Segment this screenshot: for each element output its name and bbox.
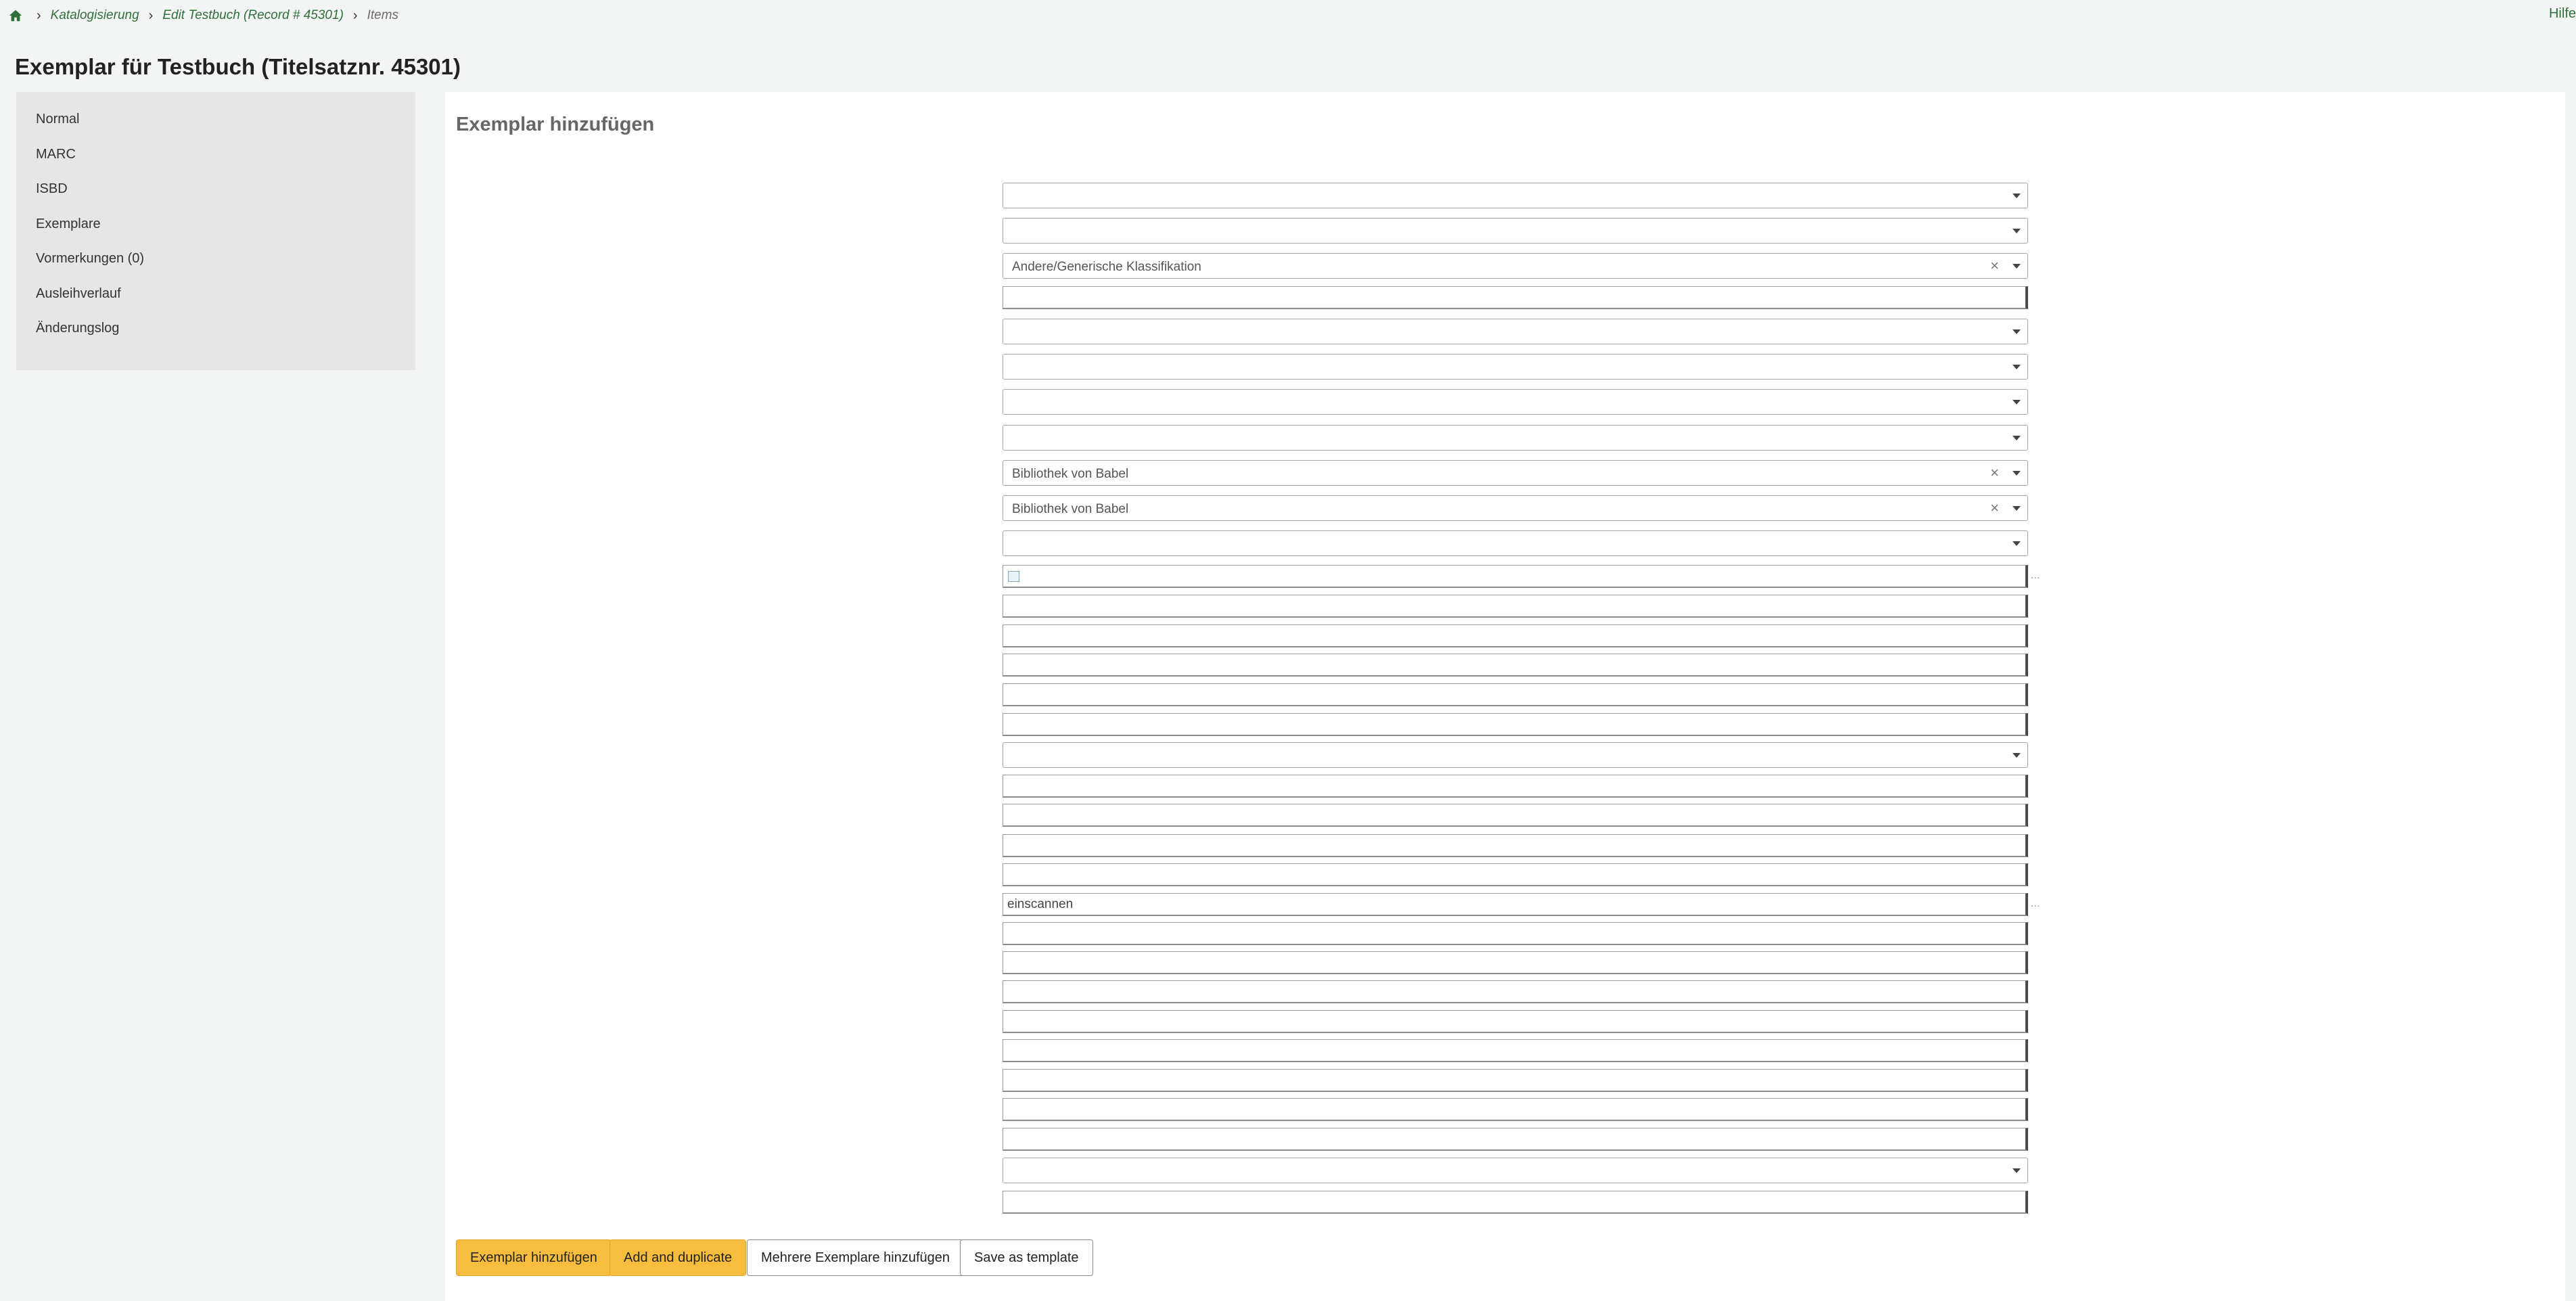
- save-as-template-button[interactable]: Save as template: [960, 1239, 1093, 1276]
- chevron-down-icon: [2013, 400, 2021, 405]
- input-wrapper-n-anzahl-vormerkungen: [1003, 834, 2028, 857]
- input-o-signatur[interactable]: [1003, 864, 2025, 885]
- add-item-button[interactable]: Exemplar hinzufügen: [456, 1239, 612, 1276]
- chevron-down-icon: [2013, 436, 2021, 440]
- select-value: Bibliothek von Babel: [1012, 467, 1129, 481]
- clear-icon[interactable]: ×: [1990, 465, 1999, 480]
- input-wrapper-m-anzahl-verlängerungen: [1003, 804, 2028, 827]
- chevron-down-icon: [2013, 264, 2021, 269]
- input-x-interne-notiz[interactable]: [1003, 1128, 2025, 1149]
- select-value: Bibliothek von Babel: [1012, 502, 1129, 516]
- input-wrapper-r-letzte-aktivität: [1003, 951, 2028, 974]
- chevron-right-icon: ›: [37, 7, 41, 23]
- input-q-fälligkeitsdatum[interactable]: [1003, 923, 2025, 944]
- add-and-duplicate-button[interactable]: Add and duplicate: [610, 1239, 747, 1276]
- chevron-down-icon: [2013, 329, 2021, 334]
- sidebar-item-normal[interactable]: Normal: [16, 112, 415, 147]
- input-wrapper-o-signatur: [1003, 863, 2028, 886]
- sidebar-item-modification-log[interactable]: Änderungslog: [16, 321, 415, 357]
- input-wrapper-s-letzte-ausleihe: [1003, 980, 2028, 1003]
- sidebar-item-holds[interactable]: Vormerkungen (0): [16, 252, 415, 287]
- input-wrapper-g-kaufpreis: [1003, 654, 2028, 677]
- input-wrapper-e-lieferant: [1003, 595, 2028, 618]
- input-wrapper-u-url: [1003, 1039, 2028, 1062]
- input-wrapper-t-exemplarnummer: [1003, 1010, 2028, 1033]
- input-wrapper-h-jahrgang-heft: [1003, 683, 2028, 706]
- select-a-heimatbibliothek[interactable]: Bibliothek von Babel ×: [1003, 460, 2028, 486]
- select-1-verloren[interactable]: [1003, 218, 2028, 244]
- breadcrumb-current: Items: [367, 8, 399, 22]
- select-5-benutzungseinschränkungen[interactable]: [1003, 354, 2028, 380]
- clear-icon[interactable]: ×: [1990, 258, 1999, 273]
- item-form: 0 - Ausgeschieden1 - Verloren2 - Klassif…: [445, 92, 2565, 1301]
- input-wrapper-l-anzahl-ausleihen: [1003, 775, 2028, 798]
- input-wrapper-z-opac-notiz: [1003, 1191, 2028, 1214]
- main-panel: Exemplar hinzufügen 0 - Ausgeschieden1 -…: [445, 92, 2565, 1301]
- chevron-right-icon: ›: [352, 7, 358, 23]
- chevron-down-icon: [2013, 541, 2021, 546]
- chevron-down-icon: [2013, 229, 2021, 233]
- input-z-opac-notiz[interactable]: [1003, 1191, 2025, 1212]
- input-wrapper-x-interne-notiz: [1003, 1128, 2028, 1151]
- select-b-aktuelle-bibliothek[interactable]: Bibliothek von Babel ×: [1003, 495, 2028, 521]
- input-wrapper-v-preis-bei-buchersatz: [1003, 1069, 2028, 1092]
- input-wrapper-f-kodierter-standort-qualifier: [1003, 624, 2028, 647]
- select-4-beschädigt[interactable]: [1003, 319, 2028, 344]
- input-wrapper-3-beilagenotiz: [1003, 286, 2028, 309]
- select-j-aufstellungsnummer[interactable]: [1003, 742, 2028, 768]
- input-wrapper-d-erwerbungsdatum: [1003, 565, 2028, 588]
- sidebar: Normal MARC ISBD Exemplare Vormerkungen …: [16, 92, 415, 370]
- input-g-kaufpreis[interactable]: [1003, 654, 2025, 675]
- chevron-down-icon: [2013, 365, 2021, 369]
- chevron-right-icon: ›: [148, 7, 154, 23]
- clear-icon[interactable]: ×: [1990, 501, 1999, 516]
- help-link[interactable]: Hilfe: [2549, 6, 2576, 22]
- input-e-lieferant[interactable]: [1003, 595, 2025, 616]
- breadcrumb-record-link[interactable]: Edit Testbuch (Record # 45301): [162, 8, 344, 23]
- home-icon[interactable]: [8, 8, 23, 23]
- plugin-ellipsis-icon[interactable]: ...: [2031, 570, 2040, 582]
- chevron-down-icon: [2013, 753, 2021, 758]
- select-value: Andere/Generische Klassifikation: [1012, 260, 1201, 274]
- input-wrapper-i-inventarnummer: [1003, 713, 2028, 736]
- input-p-barcode[interactable]: [1003, 894, 2025, 915]
- chevron-down-icon: [2013, 193, 2021, 198]
- sidebar-item-circulation-history[interactable]: Ausleihverlauf: [16, 287, 415, 322]
- input-wrapper-p-barcode: [1003, 893, 2028, 916]
- input-f-kodierter-standort-qualifier[interactable]: [1003, 625, 2025, 646]
- input-wrapper-q-fälligkeitsdatum: [1003, 922, 2028, 945]
- breadcrumb: › Katalogisierung › Edit Testbuch (Recor…: [8, 5, 398, 26]
- page-title: Exemplar für Testbuch (Titelsatznr. 4530…: [15, 54, 461, 79]
- select-8-sammlung[interactable]: [1003, 425, 2028, 451]
- select-c-aufstellungsort[interactable]: [1003, 530, 2028, 556]
- input-w-preis-gültig-von[interactable]: [1003, 1099, 2025, 1120]
- input-wrapper-w-preis-gültig-von: [1003, 1098, 2028, 1121]
- calendar-icon[interactable]: [1008, 571, 1019, 582]
- select-0-ausgeschieden[interactable]: [1003, 183, 2028, 208]
- input-v-preis-bei-buchersatz[interactable]: [1003, 1070, 2025, 1091]
- chevron-down-icon: [2013, 471, 2021, 476]
- input-r-letzte-aktivität[interactable]: [1003, 952, 2025, 973]
- chevron-down-icon: [2013, 1168, 2021, 1173]
- sidebar-item-marc[interactable]: MARC: [16, 147, 415, 183]
- select-y-koha-medientyp[interactable]: [1003, 1158, 2028, 1183]
- plugin-ellipsis-icon[interactable]: ...: [2031, 898, 2040, 910]
- add-multiple-items-button[interactable]: Mehrere Exemplare hinzufügen: [747, 1239, 965, 1276]
- input-t-exemplarnummer[interactable]: [1003, 1011, 2025, 1032]
- sidebar-item-items[interactable]: Exemplare: [16, 217, 415, 252]
- input-h-jahrgang-heft[interactable]: [1003, 684, 2025, 705]
- input-l-anzahl-ausleihen[interactable]: [1003, 775, 2025, 796]
- select-2-klassifikation-oder-aufstellungssystematik[interactable]: Andere/Generische Klassifikation ×: [1003, 253, 2028, 279]
- input-i-inventarnummer[interactable]: [1003, 714, 2025, 735]
- input-n-anzahl-vormerkungen[interactable]: [1003, 835, 2025, 856]
- breadcrumb-cataloging-link[interactable]: Katalogisierung: [51, 8, 139, 23]
- input-s-letzte-ausleihe[interactable]: [1003, 981, 2025, 1002]
- chevron-down-icon: [2013, 506, 2021, 511]
- select-7-nicht-entleihbar[interactable]: [1003, 389, 2028, 415]
- sidebar-item-isbd[interactable]: ISBD: [16, 182, 415, 217]
- input-d-erwerbungsdatum[interactable]: [1003, 566, 2025, 587]
- input-u-url[interactable]: [1003, 1040, 2025, 1061]
- input-3-beilagenotiz[interactable]: [1003, 287, 2025, 308]
- input-m-anzahl-verlängerungen[interactable]: [1003, 804, 2025, 825]
